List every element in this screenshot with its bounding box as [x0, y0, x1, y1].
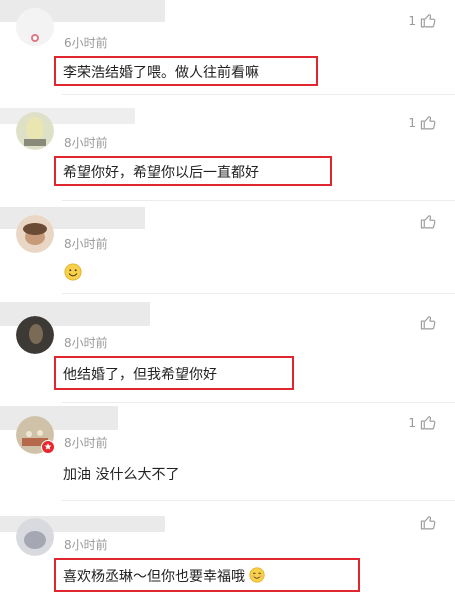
like-button[interactable]: 1: [408, 12, 437, 29]
avatar[interactable]: [16, 215, 54, 253]
avatar[interactable]: [16, 8, 54, 46]
comment-text: 喜欢杨丞琳～但你也要幸福哦: [63, 566, 266, 586]
avatar-image: [16, 112, 54, 150]
comment-time: 8小时前: [64, 237, 108, 251]
thumbs-up-icon: [420, 516, 436, 530]
like-count: 1: [408, 415, 416, 430]
comment-text-body: 喜欢杨丞琳～但你也要幸福哦: [63, 569, 245, 585]
like-count: 1: [408, 115, 416, 130]
smile-emoji-icon: [64, 263, 82, 281]
comment-item: 8小时前 1 希望你好，希望你以后一直都好: [0, 96, 455, 201]
comment-time: 8小时前: [64, 336, 108, 350]
comment-item: 8小时前 喜欢杨丞琳～但你也要幸福哦: [0, 502, 455, 600]
avatar-image: [16, 215, 54, 253]
comment-text: 希望你好，希望你以后一直都好: [63, 165, 259, 181]
avatar[interactable]: [16, 316, 54, 354]
blush-emoji-icon: [249, 567, 266, 583]
comment-time: 6小时前: [64, 36, 108, 50]
thumbs-up-icon: [420, 14, 436, 28]
comment-text: 李荣浩结婚了喂。做人往前看嘛: [63, 65, 259, 81]
divider: [62, 94, 455, 95]
like-count: 1: [408, 13, 416, 28]
thumbs-up-icon: [420, 116, 436, 130]
like-button[interactable]: [416, 314, 437, 331]
divider: [62, 293, 455, 294]
avatar-image: [16, 8, 54, 46]
avatar[interactable]: [16, 518, 54, 556]
verified-badge-icon: [41, 440, 55, 454]
divider: [62, 500, 455, 501]
avatar[interactable]: [16, 112, 54, 150]
like-button[interactable]: [416, 213, 437, 230]
comment-time: 8小时前: [64, 136, 108, 150]
avatar-image: [16, 518, 54, 556]
comment-item: 6小时前 1 李荣浩结婚了喂。做人往前看嘛: [0, 0, 455, 96]
comment-time: 8小时前: [64, 538, 108, 552]
comment-time: 8小时前: [64, 436, 108, 450]
comment-item: 8小时前 1 加油 没什么大不了: [0, 402, 455, 502]
like-button[interactable]: 1: [408, 414, 437, 431]
avatar-image: [16, 316, 54, 354]
comment-item: 8小时前 他结婚了，但我希望你好: [0, 298, 455, 403]
comment-item: 8小时前: [0, 201, 455, 301]
comment-text: 他结婚了，但我希望你好: [63, 367, 217, 383]
like-button[interactable]: [416, 514, 437, 531]
thumbs-up-icon: [420, 215, 436, 229]
comment-text: 加油 没什么大不了: [63, 467, 180, 483]
thumbs-up-icon: [420, 316, 436, 330]
thumbs-up-icon: [420, 416, 436, 430]
like-button[interactable]: 1: [408, 114, 437, 131]
